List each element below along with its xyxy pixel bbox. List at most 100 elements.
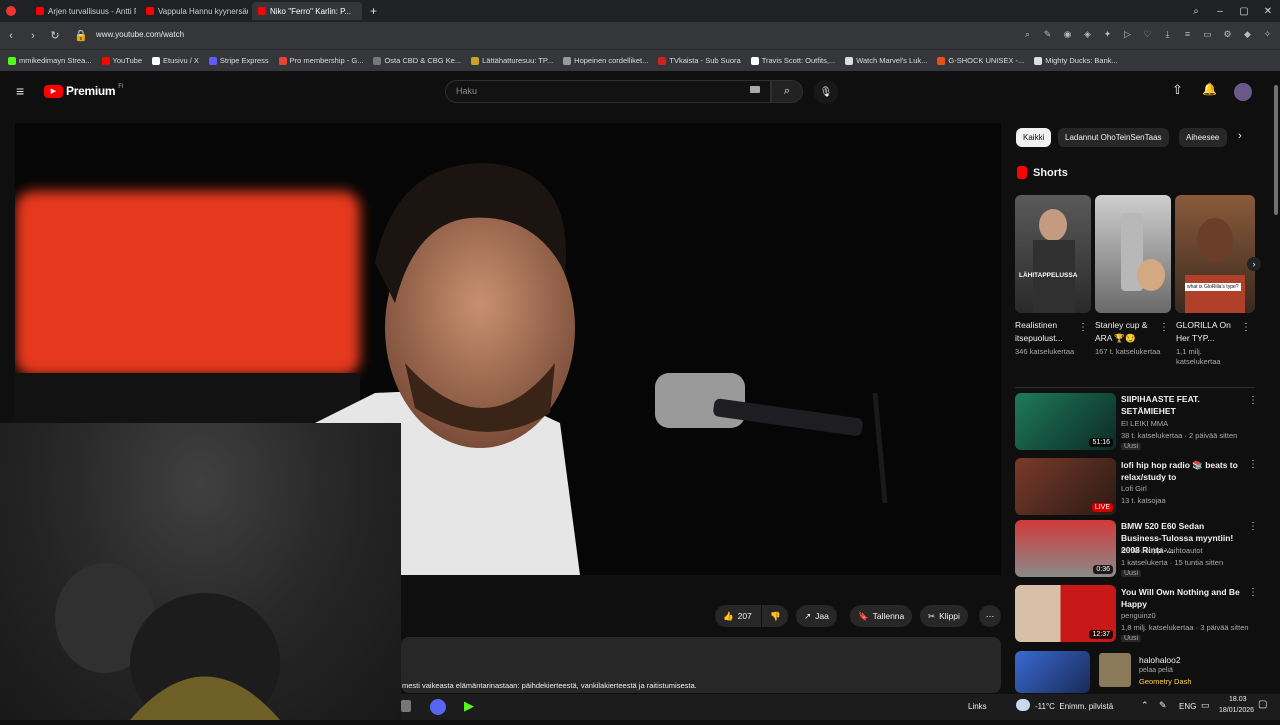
short-title[interactable]: Stanley cup & ARA 🏆😏 <box>1095 319 1163 345</box>
youtube-logo[interactable]: ▶ Premium FI <box>44 84 124 98</box>
browser-tab-active[interactable]: Niko "Ferro" Karlin: P... <box>252 2 362 20</box>
chip-all[interactable]: Kaikki <box>1016 128 1052 147</box>
search-tabs-icon[interactable]: ⌕ <box>1184 0 1208 22</box>
upload-icon[interactable]: ⇧ <box>1172 82 1183 98</box>
shield-icon[interactable]: ◈ <box>1081 28 1094 41</box>
scrollbar-thumb[interactable] <box>1274 85 1278 215</box>
video-thumbnail[interactable]: 0:36 <box>1015 520 1116 577</box>
page-scrollbar[interactable] <box>1272 71 1280 694</box>
minimize-button[interactable]: – <box>1208 0 1232 22</box>
chip-uploader[interactable]: Ladannut OhoTeinSenTaas <box>1058 128 1169 147</box>
channel-name[interactable]: EI LEIKI MMA <box>1121 419 1168 428</box>
bookmark[interactable]: Pro membership - G... <box>278 56 363 65</box>
channel-name[interactable]: Rinta-Jouppi Vaihtoautot <box>1121 546 1203 555</box>
reload-icon[interactable]: ↻ <box>44 29 66 42</box>
weather-icon[interactable] <box>1016 699 1030 711</box>
game-thumbnail[interactable] <box>1099 653 1131 687</box>
bookmark[interactable]: Osta CBD & CBG Ke... <box>373 56 461 65</box>
video-title[interactable]: SIIPIHAASTE FEAT. SETÄMIEHET <box>1121 393 1243 417</box>
tray-chevron-icon[interactable]: ⌃ <box>1141 700 1149 711</box>
clock-date[interactable]: 18/01/2026 <box>1219 707 1254 714</box>
bookmark[interactable]: mmikedimayn Strea... <box>8 56 92 65</box>
search-button[interactable]: ⌕ <box>771 80 803 103</box>
bookmark[interactable]: Mighty Ducks: Bank... <box>1034 56 1118 65</box>
browser-tab[interactable]: Arjen turvallisuus - Antti P... <box>30 2 136 20</box>
short-title[interactable]: GLORILLA On Her TYP... <box>1176 319 1244 345</box>
short-title[interactable]: Realistinen itsepuolust... <box>1015 319 1083 345</box>
channel-name[interactable]: Lofi Girl <box>1121 484 1147 493</box>
short-menu-icon[interactable]: ⋮ <box>1078 322 1088 333</box>
short-thumbnail[interactable]: what is GloRilla's type? <box>1175 195 1255 313</box>
bookmark[interactable]: YouTube <box>101 56 142 65</box>
back-icon[interactable]: ‹ <box>0 30 22 42</box>
video-menu-icon[interactable]: ⋮ <box>1248 587 1258 598</box>
avatar[interactable] <box>1234 83 1252 101</box>
game-name[interactable]: Geometry Dash <box>1139 677 1192 686</box>
video-thumbnail[interactable] <box>1015 651 1090 693</box>
aria-icon[interactable]: ✧ <box>1261 28 1274 41</box>
bookmark[interactable]: Lättähatturesuu: TP... <box>471 56 553 65</box>
bookmark[interactable]: G-SHOCK UNISEX -... <box>937 56 1024 65</box>
share-button[interactable]: ↗ Jaa <box>796 605 837 627</box>
app-launcher-icon[interactable]: ▶ <box>464 698 474 714</box>
dislike-button[interactable]: 👎 <box>762 605 788 627</box>
cube-icon[interactable]: ◆ <box>1241 28 1254 41</box>
notifications-center-icon[interactable]: ▢ <box>1258 699 1267 710</box>
shorts-next-icon[interactable]: › <box>1247 257 1261 271</box>
like-button[interactable]: 👍 207 <box>715 605 761 627</box>
heart-icon[interactable]: ♡ <box>1141 28 1154 41</box>
menu-icon[interactable]: ≡ <box>1181 28 1194 41</box>
video-menu-icon[interactable]: ⋮ <box>1248 459 1258 470</box>
video-thumbnail[interactable]: 12:37 <box>1015 585 1116 642</box>
short-menu-icon[interactable]: ⋮ <box>1241 322 1251 333</box>
new-tab-button[interactable]: + <box>370 4 377 18</box>
video-title[interactable]: You Will Own Nothing and Be Happy <box>1121 586 1243 610</box>
bookmark[interactable]: TVkaista - Sub Suora <box>658 56 741 65</box>
video-thumbnail[interactable]: LIVE <box>1015 458 1116 515</box>
short-thumbnail[interactable] <box>1095 195 1171 313</box>
url-field[interactable]: www.youtube.com/watch <box>96 30 184 39</box>
links-toolbar[interactable]: Links <box>968 702 987 711</box>
channel-name[interactable]: penguinz0 <box>1121 611 1156 620</box>
video-thumbnail[interactable]: 51:16 <box>1015 393 1116 450</box>
video-menu-icon[interactable]: ⋮ <box>1248 521 1258 532</box>
forward-icon[interactable]: › <box>22 30 44 42</box>
bookmark[interactable]: Etusivu / X <box>152 56 199 65</box>
more-actions-button[interactable]: ⋯ <box>979 605 1001 627</box>
language-indicator[interactable]: ENG <box>1179 702 1196 711</box>
hamburger-menu-icon[interactable]: ≡ <box>16 83 24 99</box>
chip-related[interactable]: Aiheesee <box>1179 128 1227 147</box>
save-button[interactable]: 🔖 Tallenna <box>850 605 913 627</box>
download-icon[interactable]: ⤓ <box>1161 28 1174 41</box>
bookmark[interactable]: Hopeinen cordelliket... <box>563 56 648 65</box>
camera-icon[interactable]: ◉ <box>1061 28 1074 41</box>
taskbar-app-icon[interactable] <box>401 700 411 712</box>
play-icon[interactable]: ▷ <box>1121 28 1134 41</box>
bookmark[interactable]: Travis Scott: Outfits,... <box>750 56 835 65</box>
weather-text[interactable]: -11°C Enimm. pilvistä <box>1035 702 1113 711</box>
bookmark[interactable]: Stripe Express <box>208 56 269 65</box>
edit-icon[interactable]: ✎ <box>1041 28 1054 41</box>
video-menu-icon[interactable]: ⋮ <box>1248 395 1258 406</box>
short-menu-icon[interactable]: ⋮ <box>1159 322 1169 333</box>
zoom-icon[interactable]: ⌕ <box>1021 28 1034 41</box>
extension-icon[interactable]: ✦ <box>1101 28 1114 41</box>
game-title[interactable]: halohaloo2 <box>1139 655 1181 665</box>
maximize-button[interactable]: ▢ <box>1232 0 1256 22</box>
network-icon[interactable]: ▭ <box>1201 700 1210 711</box>
search-input[interactable]: Haku <box>445 80 771 103</box>
voice-search-button[interactable]: 🎙 <box>814 80 838 104</box>
video-title[interactable]: lofi hip hop radio 📚 beats to relax/stud… <box>1121 459 1243 483</box>
browser-tab[interactable]: Vappula Hannu kyynersäu <box>140 2 248 20</box>
wallet-icon[interactable]: ▭ <box>1201 28 1214 41</box>
short-thumbnail[interactable]: LÄHITAPPELUSSA <box>1015 195 1091 313</box>
bookmark[interactable]: Watch Marvel's Luk... <box>845 56 927 65</box>
clip-button[interactable]: ✂ Klippi <box>920 605 968 627</box>
pen-icon[interactable]: ✎ <box>1159 700 1167 711</box>
ai-icon[interactable]: ⚙ <box>1221 28 1234 41</box>
clock-time[interactable]: 18.03 <box>1229 696 1247 703</box>
notifications-bell-icon[interactable]: 🔔 <box>1202 82 1217 96</box>
discord-icon[interactable] <box>430 699 446 715</box>
keyboard-icon[interactable] <box>750 86 760 93</box>
close-window-button[interactable]: ✕ <box>1256 0 1280 22</box>
